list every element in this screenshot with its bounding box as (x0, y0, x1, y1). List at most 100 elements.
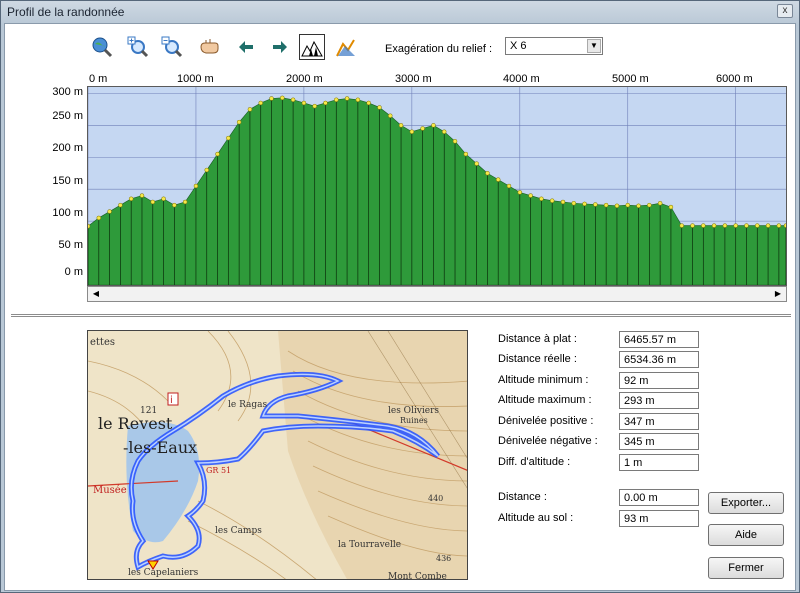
profile-point (269, 96, 274, 101)
x-tick-label: 3000 m (395, 73, 432, 85)
zoom-in-button[interactable] (125, 34, 151, 60)
max-altitude-value: 293 m (619, 392, 699, 409)
profile-point (701, 223, 706, 228)
globe-search-button[interactable] (89, 34, 115, 60)
profile-point (506, 183, 512, 189)
close-button[interactable]: Fermer (708, 557, 784, 579)
pan-hand-icon (200, 39, 219, 54)
profile-point (755, 223, 760, 228)
profile-point (377, 105, 382, 110)
profile-point (657, 200, 663, 206)
stat-label: Altitude maximum : (498, 394, 592, 406)
profile-point (582, 201, 587, 207)
stat-label: Distance à plat : (498, 333, 577, 345)
profile-point (150, 199, 156, 205)
relief-exaggeration-label: Exagération du relief : (385, 43, 493, 55)
profile-point (301, 100, 307, 106)
stat-label: Diff. d'altitude : (498, 456, 571, 468)
y-tick-label: 200 m (52, 142, 83, 154)
scroll-left-icon[interactable]: ◀ (89, 287, 103, 301)
zoom-out-icon (161, 36, 183, 58)
stat-label: Dénivelée négative : (498, 435, 598, 447)
svg-text:i: i (170, 395, 173, 406)
profile-point (679, 223, 684, 228)
profile-view-button[interactable] (299, 34, 325, 60)
profile-point (107, 209, 112, 214)
profile-point (280, 95, 285, 101)
measure-profile-button[interactable] (333, 34, 359, 60)
previous-button[interactable] (233, 34, 259, 60)
relief-exaggeration-select[interactable]: X 6 ▼ (505, 37, 603, 55)
arrow-right-icon (273, 41, 287, 53)
cursor-distance-label: Distance : (498, 491, 547, 503)
profile-point (258, 100, 263, 106)
profile-point (128, 196, 134, 202)
profile-point (204, 167, 209, 173)
x-tick-label: 4000 m (503, 73, 540, 85)
profile-point (614, 203, 620, 209)
map-label: 121 (140, 406, 157, 416)
profile-window: Profil de la randonnée x Exagération du … (0, 0, 800, 593)
map-label: Mont Combe (388, 572, 447, 580)
relief-exaggeration-value: X 6 (510, 40, 527, 52)
elevation-profile-svg (85, 87, 789, 286)
profile-point (539, 196, 544, 202)
profile-point (625, 202, 630, 208)
map-label: 440 (428, 494, 443, 503)
profile-point (549, 198, 555, 203)
profile-point (722, 223, 728, 228)
profile-point (603, 202, 609, 208)
profile-point (118, 202, 123, 208)
map-label: GR 51 (206, 466, 231, 475)
route-map[interactable]: i ettes le Revest -les-Eaux Musée le Rag… (87, 330, 468, 580)
zoom-in-icon (127, 36, 149, 58)
arrow-left-icon (239, 41, 253, 53)
next-button[interactable] (267, 34, 293, 60)
profile-point (463, 151, 469, 157)
divider (11, 314, 791, 315)
map-label: les Camps (215, 526, 262, 536)
topographic-map-svg: i ettes le Revest -les-Eaux Musée le Rag… (88, 331, 467, 580)
map-label: les Capelaniers (128, 568, 199, 578)
y-tick-label: 0 m (64, 266, 83, 278)
profile-point (495, 177, 501, 182)
y-tick-label: 100 m (52, 207, 83, 219)
y-tick-label: 50 m (58, 239, 83, 251)
terrain-area (87, 97, 787, 286)
profile-point (647, 202, 652, 208)
profile-point (312, 103, 317, 109)
stat-label: Distance réelle : (498, 353, 577, 365)
zoom-out-button[interactable] (159, 34, 185, 60)
client-area: Exagération du relief : X 6 ▼ 0 m 1000 m… (4, 23, 796, 591)
pan-button[interactable] (197, 34, 223, 60)
profile-point (668, 204, 674, 210)
positive-elevation-value: 347 m (619, 413, 699, 430)
map-label: le Revest (98, 414, 173, 433)
profile-point (593, 202, 598, 207)
x-tick-label: 6000 m (716, 73, 753, 85)
x-tick-label: 5000 m (612, 73, 649, 85)
scroll-right-icon[interactable]: ▶ (771, 287, 785, 301)
profile-horizontal-scrollbar[interactable]: ◀ ▶ (87, 286, 787, 302)
profile-point (172, 202, 177, 208)
profile-point (344, 96, 350, 101)
map-label: ettes (90, 337, 115, 348)
real-distance-value: 6534.36 m (619, 351, 699, 368)
elevation-profile-chart[interactable] (85, 86, 789, 286)
profile-point (690, 223, 695, 228)
map-label: -les-Eaux (123, 438, 197, 457)
y-tick-label: 250 m (52, 110, 83, 122)
profile-point (85, 223, 91, 229)
negative-elevation-value: 345 m (619, 433, 699, 450)
profile-point (517, 190, 523, 195)
y-tick-label: 300 m (52, 86, 83, 98)
stat-label: Altitude minimum : (498, 374, 589, 386)
export-button[interactable]: Exporter... (708, 492, 784, 514)
window-title: Profil de la randonnée (7, 5, 125, 19)
altitude-diff-value: 1 m (619, 454, 699, 471)
x-tick-label: 0 m (89, 73, 108, 85)
help-button[interactable]: Aide (708, 524, 784, 546)
chevron-down-icon[interactable]: ▼ (587, 39, 601, 53)
profile-point (420, 126, 425, 131)
close-window-button[interactable]: x (777, 4, 793, 18)
